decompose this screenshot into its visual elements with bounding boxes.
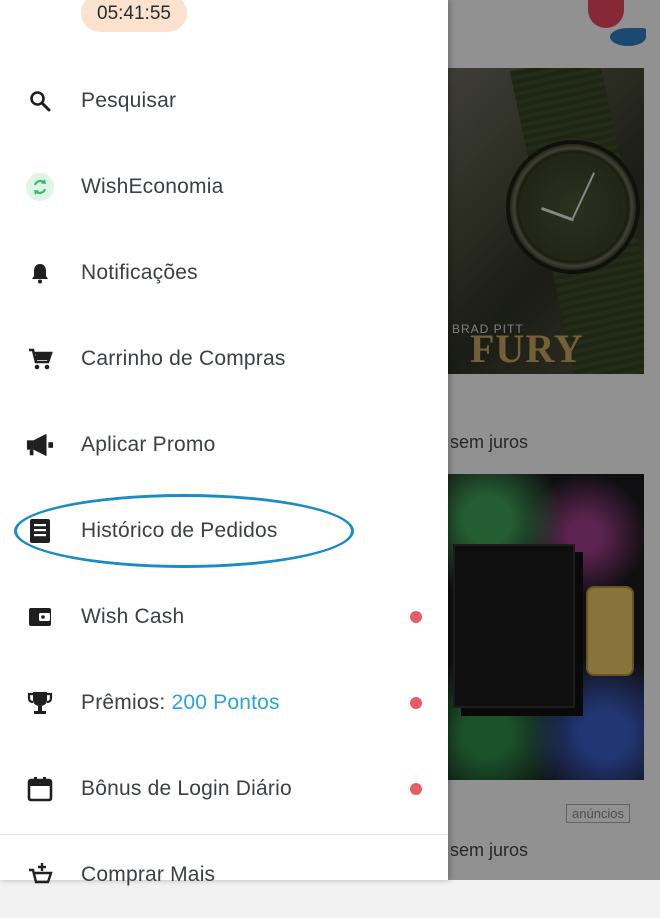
navigation-drawer: 05:41:55 Pesquisar WishEconomia Notifica… [0, 0, 448, 886]
menu-item-daily-login-bonus[interactable]: Bônus de Login Diário [0, 746, 448, 832]
menu-item-label: Carrinho de Compras [81, 347, 286, 370]
cart-icon [26, 345, 54, 373]
menu-item-wish-cash[interactable]: Wish Cash [0, 574, 448, 660]
bell-icon [26, 259, 54, 287]
megaphone-icon [26, 431, 54, 459]
menu-item-label: Pesquisar [81, 89, 177, 112]
refresh-circle-icon [26, 173, 54, 201]
menu-item-label: Histórico de Pedidos [81, 519, 278, 542]
menu-item-label: Wish Cash [81, 605, 185, 628]
search-icon [26, 87, 54, 115]
menu-item-label: WishEconomia [81, 175, 224, 198]
notification-dot [410, 783, 422, 795]
menu-item-label: Aplicar Promo [81, 433, 216, 456]
receipt-icon [26, 517, 54, 545]
menu-item-promo[interactable]: Aplicar Promo [0, 402, 448, 488]
notification-dot [410, 697, 422, 709]
cart-plus-icon [26, 861, 54, 889]
notification-dot [410, 611, 422, 623]
calendar-icon [26, 775, 54, 803]
rewards-points: 200 Pontos [171, 691, 280, 714]
wallet-icon [26, 603, 54, 631]
menu-item-notifications[interactable]: Notificações [0, 230, 448, 316]
menu-item-order-history[interactable]: Histórico de Pedidos [0, 488, 448, 574]
menu-item-label: Comprar Mais [81, 863, 216, 886]
menu-item-label: Notificações [81, 261, 198, 284]
trophy-icon [26, 689, 54, 717]
menu-item-shop-more[interactable]: Comprar Mais [0, 832, 448, 918]
menu-item-label: Bônus de Login Diário [81, 777, 292, 800]
menu-item-search[interactable]: Pesquisar [0, 58, 448, 144]
rewards-label: Prêmios: [81, 691, 172, 714]
menu-item-label: Prêmios: 200 Pontos [81, 691, 280, 715]
menu-item-wisheconomia[interactable]: WishEconomia [0, 144, 448, 230]
countdown-timer: 05:41:55 [81, 0, 187, 32]
menu-item-rewards[interactable]: Prêmios: 200 Pontos [0, 660, 448, 746]
menu-item-cart[interactable]: Carrinho de Compras [0, 316, 448, 402]
